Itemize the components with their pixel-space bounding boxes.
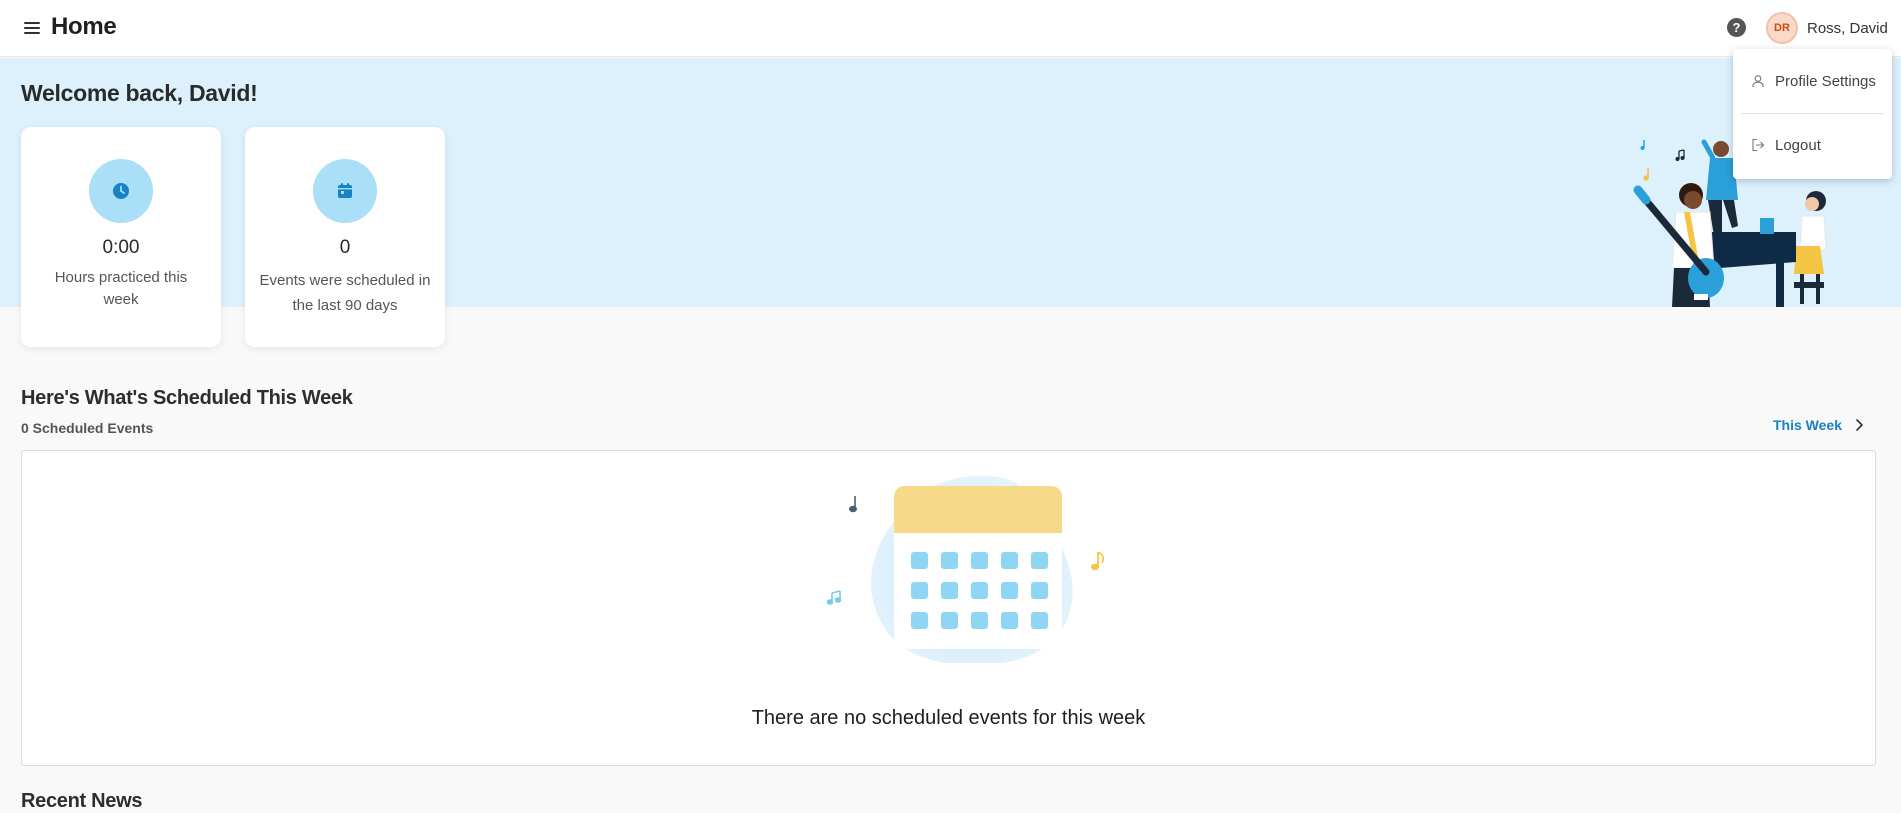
user-dropdown-menu: Profile Settings Logout (1733, 49, 1892, 179)
stat-card-events: 0 Events were scheduled in the last 90 d… (245, 127, 445, 347)
recent-news-heading: Recent News (21, 790, 143, 812)
menu-icon[interactable] (22, 18, 42, 38)
user-menu-toggle[interactable]: DR Ross, David (1766, 12, 1888, 44)
help-icon[interactable]: ? (1727, 18, 1746, 37)
hours-label: Hours practiced this week (54, 269, 188, 308)
events-value: 0 (339, 237, 351, 258)
empty-state-message: There are no scheduled events for this w… (751, 707, 1146, 729)
profile-settings-label[interactable]: Profile Settings (1775, 73, 1876, 90)
logout-icon (1752, 138, 1765, 152)
page-title: Home (51, 13, 117, 40)
person-icon (1752, 75, 1764, 88)
top-bar: Home ? DR Ross, David (0, 0, 1901, 57)
hours-value: 0:00 (102, 237, 140, 258)
menu-divider (1741, 113, 1884, 114)
logout-label[interactable]: Logout (1775, 137, 1821, 154)
user-name[interactable]: Ross, David (1807, 20, 1888, 37)
this-week-link[interactable]: This Week (1773, 417, 1842, 433)
avatar[interactable]: DR (1766, 12, 1798, 44)
logout-menu-item[interactable]: Logout (1733, 125, 1892, 165)
welcome-heading: Welcome back, David! (21, 80, 258, 106)
schedule-section-title: Here's What's Scheduled This Week (21, 387, 353, 409)
calendar-icon (313, 159, 377, 223)
clock-icon (89, 159, 153, 223)
profile-settings-menu-item[interactable]: Profile Settings (1733, 61, 1892, 101)
stat-card-hours: 0:00 Hours practiced this week (21, 127, 221, 347)
events-panel: There are no scheduled events for this w… (21, 450, 1876, 766)
scheduled-events-count: 0 Scheduled Events (21, 420, 154, 436)
empty-calendar-illustration (826, 475, 1105, 663)
events-label: Events were scheduled in the last 90 day… (259, 272, 431, 314)
chevron-right-icon[interactable] (1852, 416, 1868, 434)
